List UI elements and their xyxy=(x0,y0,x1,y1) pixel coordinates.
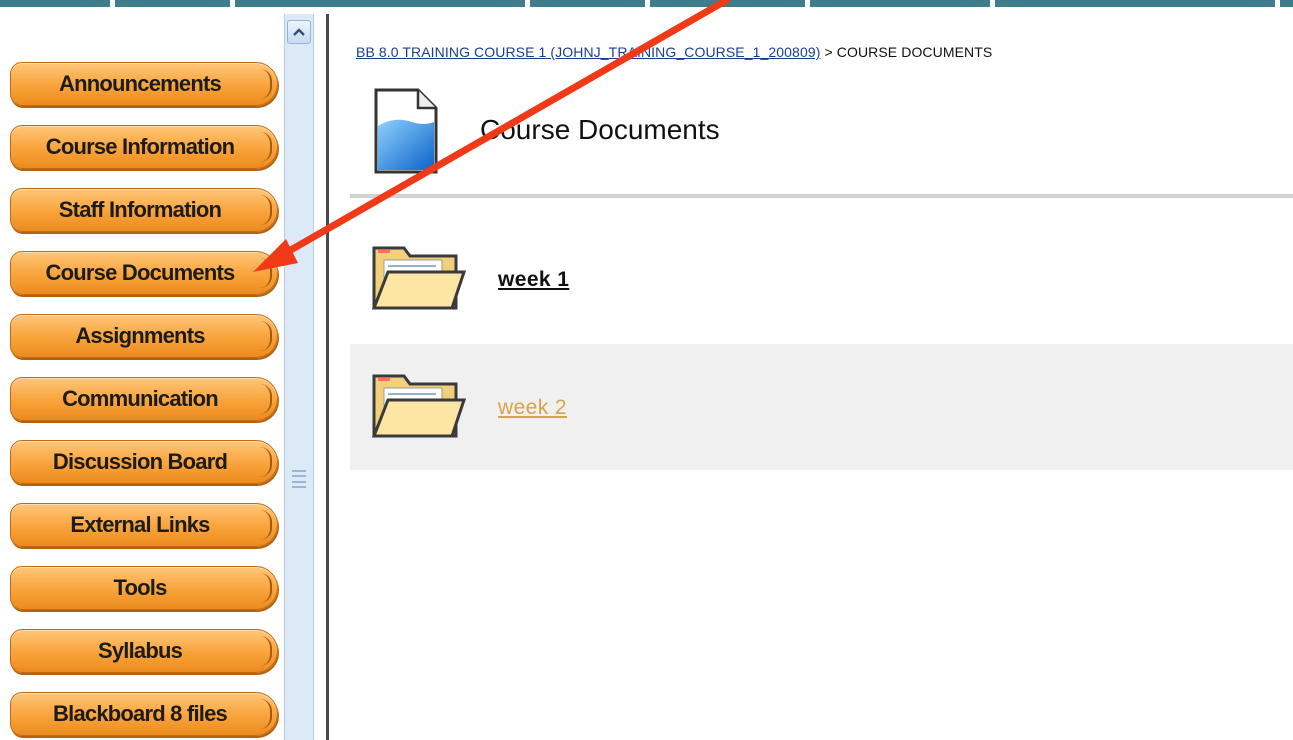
sidebar-item-external-links[interactable]: External Links xyxy=(10,503,278,547)
frame-divider xyxy=(326,14,329,740)
sidebar-item-announcements[interactable]: Announcements xyxy=(10,62,278,106)
sidebar-item-blackboard-8-files[interactable]: Blackboard 8 files xyxy=(10,692,278,736)
sidebar-item-staff-information[interactable]: Staff Information xyxy=(10,188,278,232)
page-header: Course Documents xyxy=(370,86,1293,194)
folder-icon xyxy=(371,374,466,438)
breadcrumb-course-link[interactable]: BB 8.0 TRAINING COURSE 1 (JOHNJ_TRAINING… xyxy=(356,44,820,60)
course-menu: Announcements Course Information Staff I… xyxy=(0,14,290,740)
sidebar-item-discussion-board[interactable]: Discussion Board xyxy=(10,440,278,484)
sidebar-item-tools[interactable]: Tools xyxy=(10,566,278,610)
sidebar-item-syllabus[interactable]: Syllabus xyxy=(10,629,278,673)
top-nav-strip xyxy=(0,0,1293,8)
content-frame: BB 8.0 TRAINING COURSE 1 (JOHNJ_TRAINING… xyxy=(340,14,1293,740)
sidebar-item-course-documents[interactable]: Course Documents xyxy=(10,251,278,295)
chevron-up-icon xyxy=(293,28,305,36)
sidebar-item-assignments[interactable]: Assignments xyxy=(10,314,278,358)
document-icon xyxy=(374,88,438,174)
content-item-week-2: week 2 xyxy=(350,344,1293,470)
folder-icon xyxy=(371,246,466,310)
breadcrumb-current: COURSE DOCUMENTS xyxy=(836,44,993,60)
folder-link-week-2[interactable]: week 2 xyxy=(498,396,567,420)
folder-link-week-1[interactable]: week 1 xyxy=(498,268,569,292)
breadcrumb: BB 8.0 TRAINING COURSE 1 (JOHNJ_TRAINING… xyxy=(356,44,992,60)
scroll-up-button[interactable] xyxy=(287,20,311,44)
sidebar-scrollbar[interactable] xyxy=(284,14,314,740)
sidebar-item-course-information[interactable]: Course Information xyxy=(10,125,278,169)
sidebar-item-communication[interactable]: Communication xyxy=(10,377,278,421)
page-title: Course Documents xyxy=(480,114,720,145)
content-item-week-1: week 1 xyxy=(350,216,1293,342)
scroll-thumb-grip[interactable] xyxy=(292,470,306,488)
header-divider xyxy=(350,194,1293,198)
breadcrumb-separator: > xyxy=(820,44,837,60)
